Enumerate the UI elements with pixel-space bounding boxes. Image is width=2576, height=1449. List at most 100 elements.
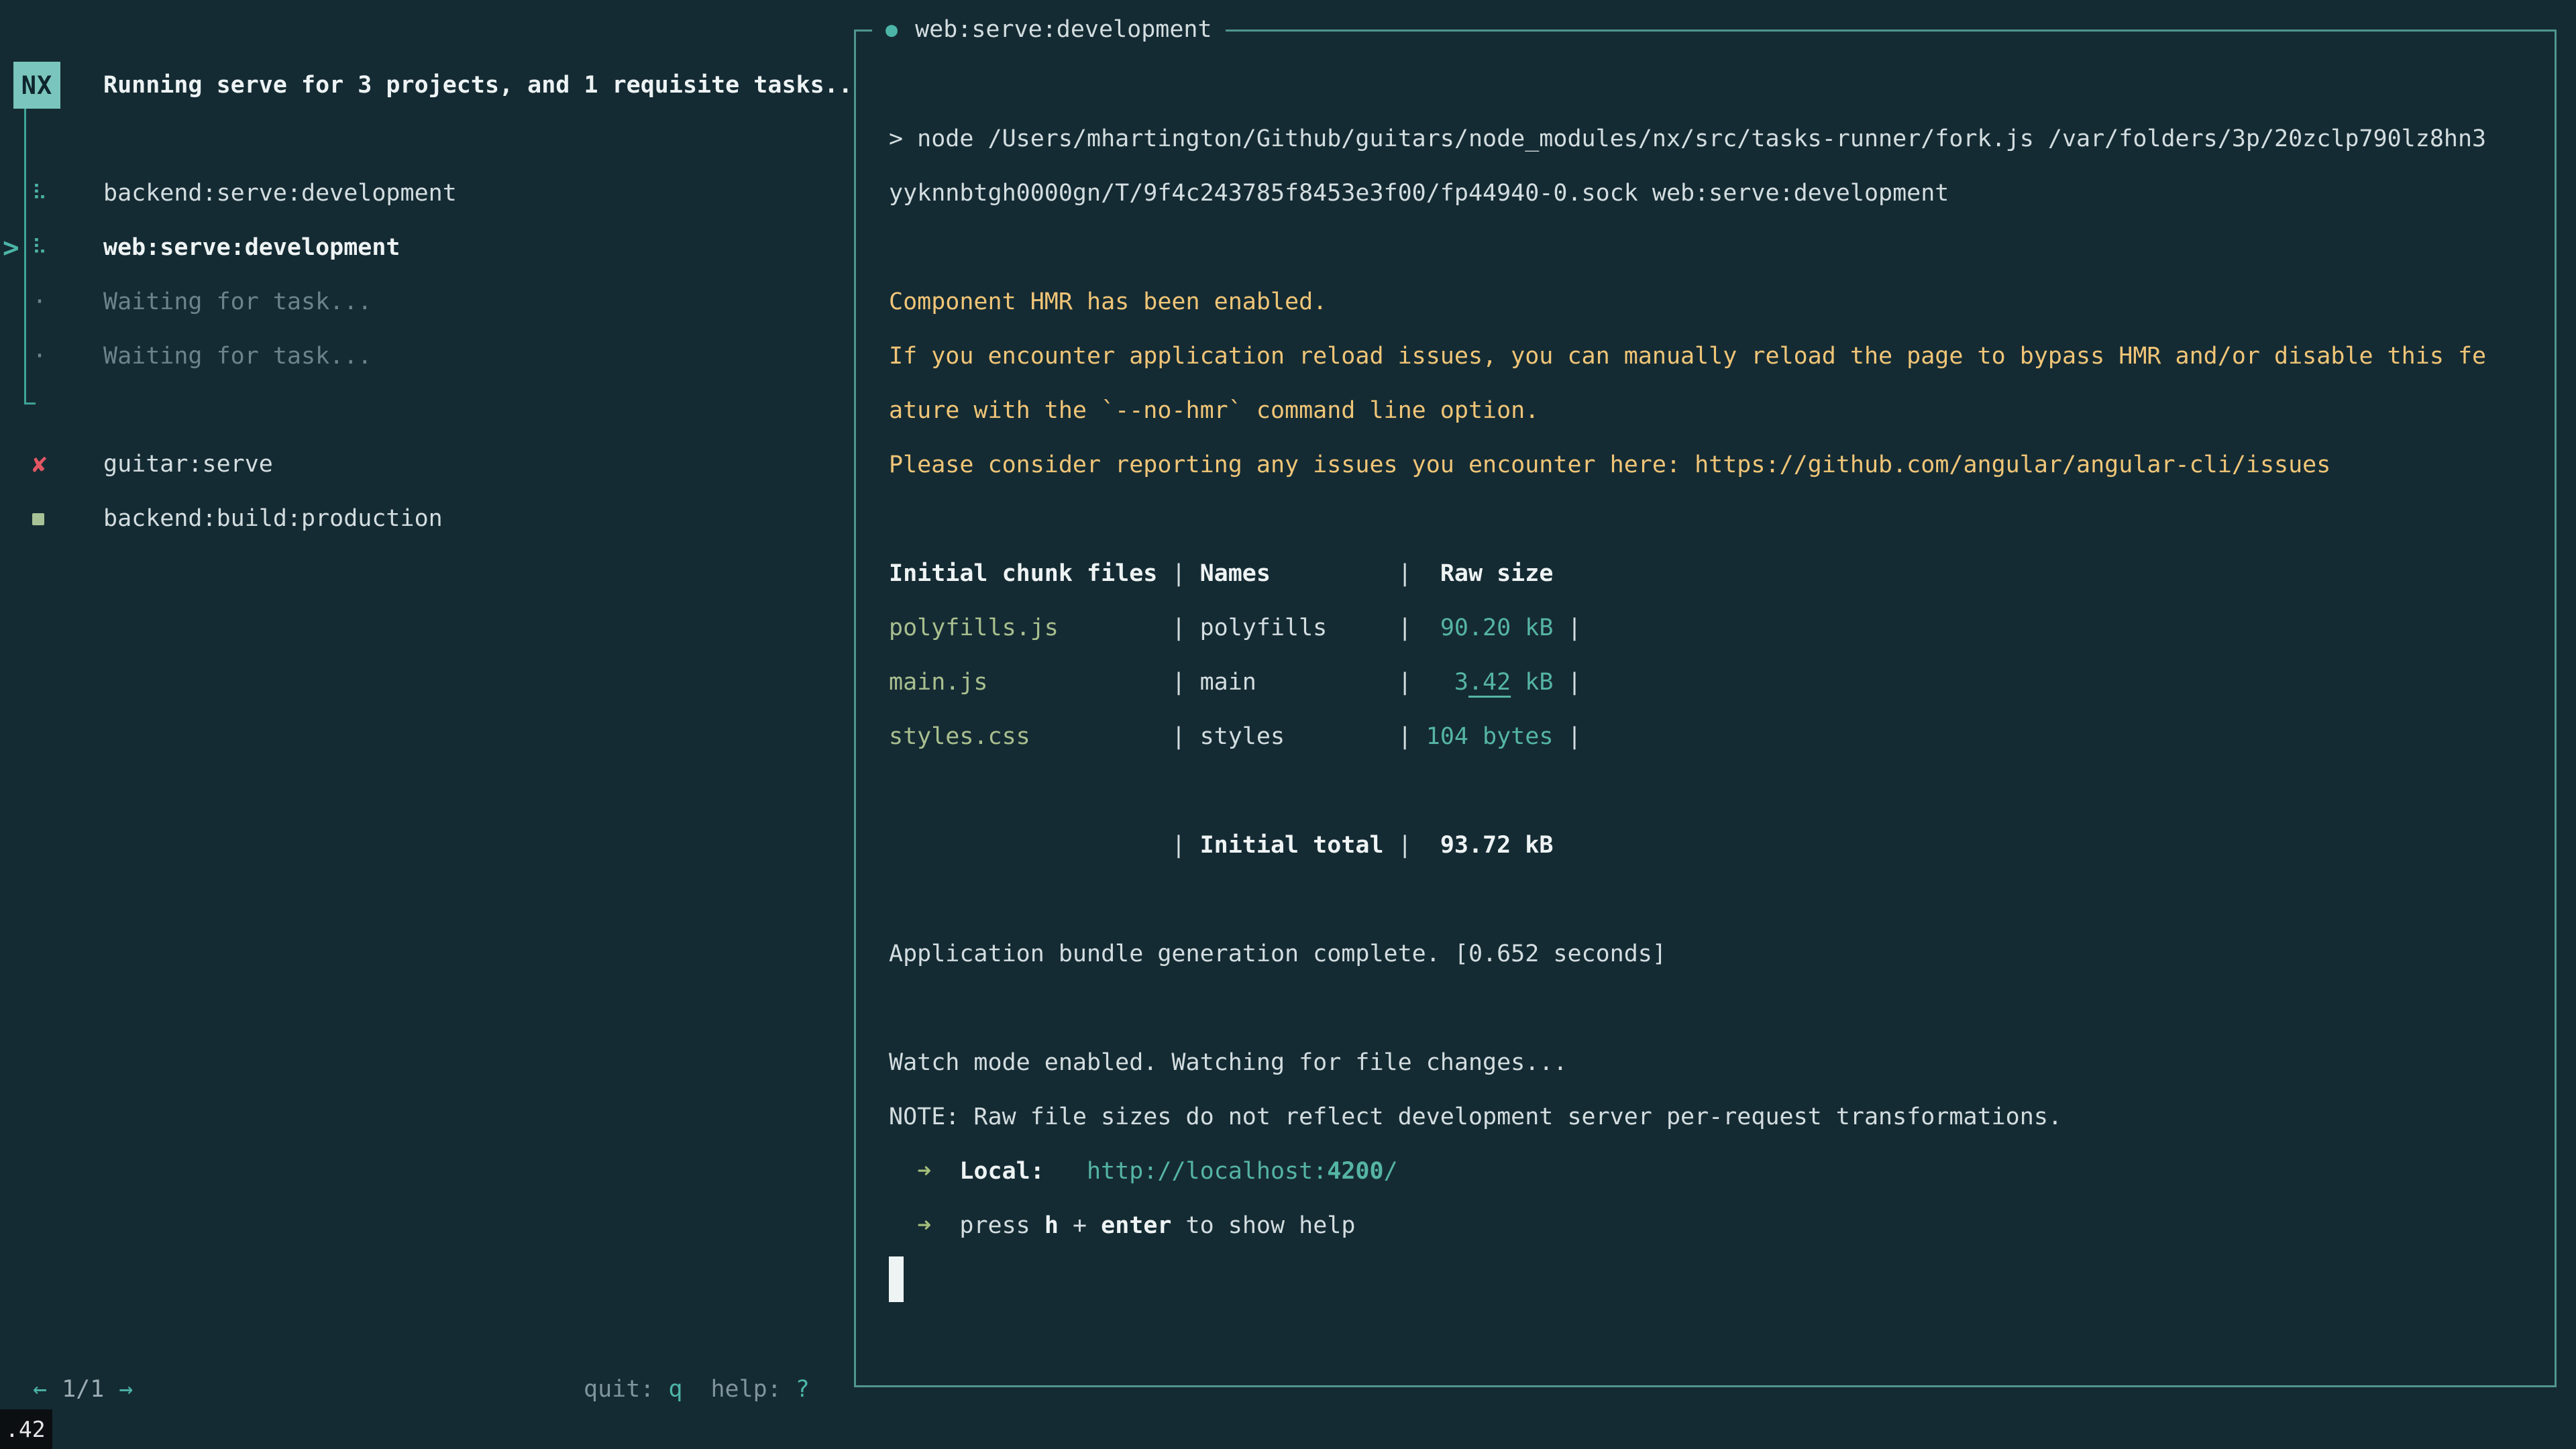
- task-label: backend:build:production: [103, 492, 443, 546]
- terminal-text-segment: |: [1553, 669, 1581, 696]
- waiting-dot-icon: ·: [31, 275, 48, 329]
- local-url-link[interactable]: /: [1384, 1158, 1398, 1185]
- overlay-badge: .42: [0, 1409, 52, 1449]
- terminal-text-segment: .42: [1468, 669, 1511, 696]
- terminal-line: [889, 981, 2486, 1036]
- terminal-text-segment: to show help: [1171, 1212, 1355, 1239]
- terminal-text-segment: |: [1157, 560, 1199, 587]
- terminal-text-segment: styles.css: [889, 723, 1030, 750]
- quit-hint-label: quit:: [584, 1376, 654, 1403]
- task-item-backend-build-production[interactable]: backend:build:production: [0, 492, 832, 546]
- local-url-link[interactable]: 4200: [1327, 1158, 1383, 1185]
- spinner-icon: ⠧: [31, 221, 48, 275]
- terminal-text-segment: [1044, 1158, 1087, 1185]
- terminal-text-segment: +: [1059, 1212, 1101, 1239]
- terminal-text-segment: |: [988, 669, 1200, 696]
- pager: ←1/1→: [33, 1362, 133, 1416]
- terminal-text-segment: polyfills.js: [889, 614, 1059, 641]
- terminal-text-segment: [931, 1212, 959, 1239]
- task-item-guitar-serve[interactable]: ✘ guitar:serve: [0, 437, 832, 492]
- terminal-text-segment: 3: [1426, 669, 1468, 696]
- terminal-line: [889, 492, 2486, 547]
- terminal-text-segment: Initial total: [1200, 832, 1384, 859]
- terminal-line: [889, 764, 2486, 818]
- terminal-text-segment: |: [1285, 723, 1426, 750]
- terminal-text-segment: press: [959, 1212, 1044, 1239]
- terminal-text-segment: [931, 1158, 959, 1185]
- spinner-icon: ⠧: [31, 166, 48, 221]
- terminal-text-segment: polyfills: [1200, 614, 1328, 641]
- terminal-line: Watch mode enabled. Watching for file ch…: [889, 1036, 2486, 1090]
- task-label: web:serve:development: [103, 221, 400, 275]
- terminal-text-segment: Names: [1200, 560, 1271, 587]
- terminal-output: > node /Users/mhartington/Github/guitars…: [889, 112, 2486, 1307]
- terminal-line: ➜ press h + enter to show help: [889, 1199, 2486, 1253]
- terminal-text-segment: yyknnbtgh0000gn/T/9f4c243785f8453e3f00/f…: [889, 180, 1949, 207]
- terminal-line: NOTE: Raw file sizes do not reflect deve…: [889, 1090, 2486, 1144]
- terminal-text-segment: [889, 1212, 917, 1239]
- pager-label: 1/1: [47, 1376, 119, 1403]
- terminal-line: Initial chunk files | Names | Raw size: [889, 547, 2486, 601]
- task-label: Waiting for task...: [103, 275, 372, 329]
- local-url-link[interactable]: http://localhost:: [1087, 1158, 1327, 1185]
- pager-prev-icon[interactable]: ←: [33, 1376, 47, 1403]
- task-item-waiting-2[interactable]: · Waiting for task...: [0, 329, 832, 384]
- terminal-line: [889, 1253, 2486, 1307]
- terminal-text-segment: Component HMR has been enabled.: [889, 288, 1327, 315]
- terminal-text-segment: Application bundle generation complete. …: [889, 941, 1666, 967]
- terminal-line: | Initial total | 93.72 kB: [889, 818, 2486, 873]
- terminal-line: ➜ Local: http://localhost:4200/: [889, 1144, 2486, 1199]
- terminal-text-segment: 90.20 kB: [1426, 614, 1554, 641]
- terminal-text-segment: 93.72 kB: [1426, 832, 1554, 859]
- terminal-text-segment: [889, 1158, 917, 1185]
- terminal-text-segment: kB: [1511, 669, 1553, 696]
- terminal-text-segment: |: [889, 832, 1200, 859]
- task-label: backend:serve:development: [103, 166, 457, 221]
- terminal-line: Application bundle generation complete. …: [889, 927, 2486, 981]
- terminal-text-segment: |: [1327, 614, 1426, 641]
- terminal-line: ature with the `--no-hmr` command line o…: [889, 384, 2486, 438]
- pager-next-icon[interactable]: →: [119, 1376, 133, 1403]
- task-item-web-serve-development[interactable]: > ⠧ web:serve:development: [0, 221, 832, 275]
- terminal-text-segment: If you encounter application reload issu…: [889, 343, 2486, 370]
- help-key: ?: [796, 1376, 810, 1403]
- help-arrow-icon: ➜: [917, 1212, 931, 1239]
- terminal-line: main.js | main | 3.42 kB |: [889, 655, 2486, 710]
- terminal-text-segment: |: [1271, 560, 1426, 587]
- failed-cross-icon: ✘: [31, 437, 48, 492]
- terminal-text-segment: |: [1256, 669, 1426, 696]
- terminal-text-segment: |: [1384, 832, 1426, 859]
- terminal-text-segment: |: [1553, 723, 1581, 750]
- terminal-text-segment: Initial chunk files: [889, 560, 1157, 587]
- terminal-text-segment: h: [1044, 1212, 1059, 1239]
- terminal-text-segment: |: [1553, 614, 1581, 641]
- task-label: guitar:serve: [103, 437, 273, 492]
- panel-title-bar: ● web:serve:development: [872, 5, 1226, 54]
- active-task-chevron-icon: >: [3, 221, 19, 275]
- terminal-line: polyfills.js | polyfills | 90.20 kB |: [889, 601, 2486, 655]
- task-item-backend-serve-development[interactable]: ⠧ backend:serve:development: [0, 166, 832, 221]
- terminal-line: If you encounter application reload issu…: [889, 329, 2486, 384]
- terminal-line: styles.css | styles | 104 bytes |: [889, 710, 2486, 764]
- terminal-line: > node /Users/mhartington/Github/guitars…: [889, 112, 2486, 166]
- sidebar-title: Running serve for 3 projects, and 1 requ…: [103, 62, 853, 109]
- terminal-line: Please consider reporting any issues you…: [889, 438, 2486, 492]
- github-issues-link[interactable]: https://github.com/angular/angular-cli/i…: [1695, 451, 2330, 478]
- terminal-text-segment: Local:: [959, 1158, 1044, 1185]
- terminal-text-segment: |: [1059, 614, 1200, 641]
- task-item-waiting-1[interactable]: · Waiting for task...: [0, 275, 832, 329]
- terminal-text-segment: ature with the `--no-hmr` command line o…: [889, 397, 1539, 424]
- terminal-line: Component HMR has been enabled.: [889, 275, 2486, 329]
- terminal-text-segment: main.js: [889, 669, 988, 696]
- terminal-line: [889, 221, 2486, 275]
- terminal-line: yyknnbtgh0000gn/T/9f4c243785f8453e3f00/f…: [889, 166, 2486, 221]
- terminal-text-segment: main: [1200, 669, 1256, 696]
- panel-title: web:serve:development: [915, 16, 1212, 43]
- terminal-text-segment: |: [1030, 723, 1200, 750]
- success-square-icon: [32, 513, 44, 525]
- keyboard-hints: quit:qhelp:?: [584, 1362, 810, 1416]
- terminal-text-segment: enter: [1101, 1212, 1171, 1239]
- terminal-text-segment: Watch mode enabled. Watching for file ch…: [889, 1049, 1567, 1076]
- terminal-text-segment: Please consider reporting any issues you…: [889, 451, 1695, 478]
- status-dot-icon: ●: [885, 18, 898, 42]
